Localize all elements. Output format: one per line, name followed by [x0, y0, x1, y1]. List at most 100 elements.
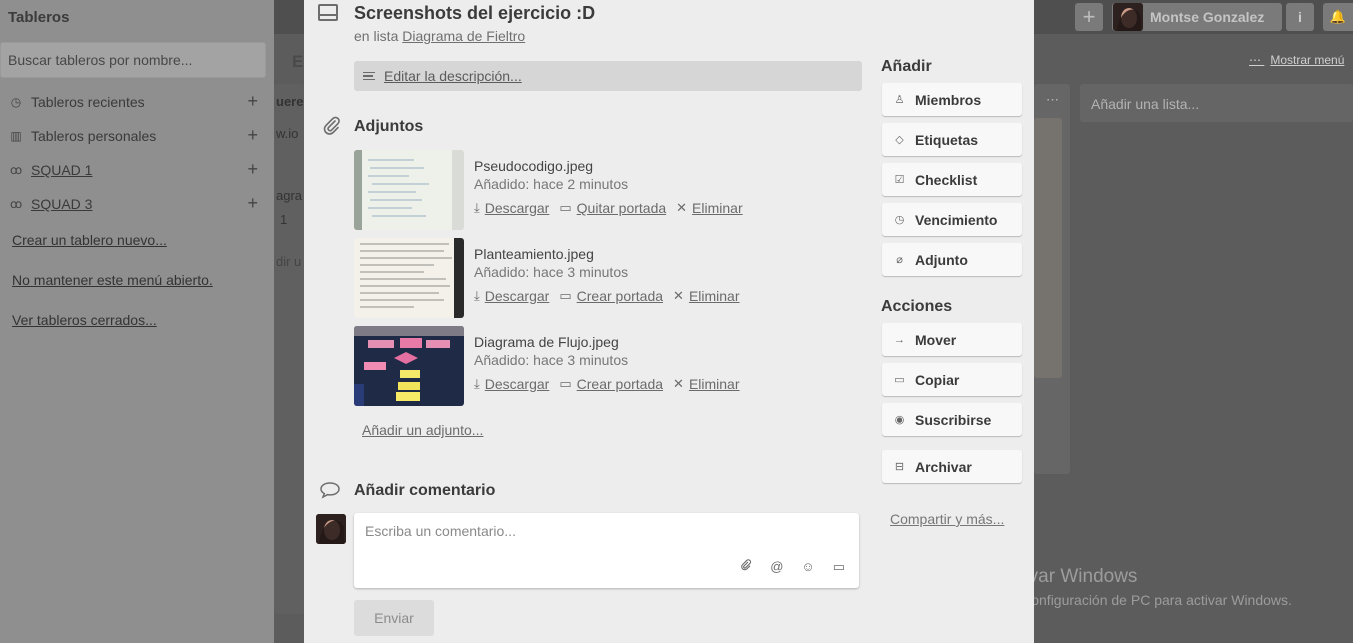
- checklist-label: Checklist: [915, 171, 978, 188]
- attachment-actions: ⤓ Descargar ▭ Quitar portada ✕ Eliminar: [474, 200, 743, 216]
- delete-label: Eliminar: [692, 200, 743, 216]
- attachment-thumbnail[interactable]: [354, 150, 464, 230]
- add-list-button[interactable]: Añadir una lista...: [1080, 84, 1353, 122]
- download-button[interactable]: ⤓ Descargar: [474, 288, 549, 304]
- delete-label: Eliminar: [688, 376, 740, 392]
- info-icon[interactable]: i: [1286, 3, 1314, 31]
- sidebar-item-label: SQUAD 1: [31, 162, 93, 178]
- attachment-name: Diagrama de Flujo.jpeg: [474, 334, 619, 350]
- sidebar-item-recent-boards[interactable]: ◷ Tableros recientes +: [10, 91, 260, 112]
- eye-icon: ◉: [894, 414, 905, 426]
- windows-activation-watermark: Activar Windows Ir a Configuración de PC…: [997, 566, 1292, 608]
- sidebar-item-squad-1[interactable]: ꝏ SQUAD 1 +: [10, 159, 260, 180]
- delete-button[interactable]: ✕ Eliminar: [673, 376, 739, 392]
- checklist-button[interactable]: ☑ Checklist: [882, 163, 1022, 196]
- subscribe-button[interactable]: ◉ Suscribirse: [882, 403, 1022, 436]
- download-button[interactable]: ⤓ Descargar: [474, 376, 549, 392]
- attachment-item: Diagrama de Flujo.jpeg Añadido: hace 3 m…: [354, 326, 854, 406]
- card-title[interactable]: Screenshots del ejercicio :D: [354, 3, 595, 24]
- add-card-fragment: dir u: [276, 254, 302, 269]
- cover-label: Crear portada: [576, 376, 664, 392]
- paperclip-icon: [322, 116, 342, 141]
- close-icon: ✕: [673, 376, 684, 391]
- add-icon[interactable]: +: [247, 159, 258, 180]
- board-icon: ▥: [10, 129, 22, 143]
- cover-label: Crear portada: [576, 288, 664, 304]
- copy-button[interactable]: ▭ Copiar: [882, 363, 1022, 396]
- delete-button[interactable]: ✕ Eliminar: [673, 288, 739, 304]
- cover-label: Quitar portada: [576, 200, 667, 216]
- list-menu-icon[interactable]: ⋯: [1046, 92, 1059, 108]
- sidebar-item-squad-3[interactable]: ꝏ SQUAD 3 +: [10, 193, 260, 214]
- add-icon[interactable]: +: [247, 125, 258, 146]
- attachment-actions: ⤓ Descargar ▭ Crear portada ✕ Eliminar: [474, 288, 740, 304]
- add-icon[interactable]: +: [247, 91, 258, 112]
- attachment-added-time: Añadido: hace 3 minutos: [474, 264, 629, 280]
- attachments-title: Adjuntos: [354, 118, 424, 135]
- watermark-title: Activar Windows: [997, 566, 1138, 587]
- close-icon: ✕: [673, 288, 684, 303]
- members-button[interactable]: ♙ Miembros: [882, 83, 1022, 116]
- comment-input[interactable]: [354, 513, 859, 563]
- add-icon[interactable]: +: [247, 193, 258, 214]
- sidebar-item-personal-boards[interactable]: ▥ Tableros personales +: [10, 125, 260, 146]
- download-icon: ⤓: [474, 288, 480, 303]
- make-cover-button[interactable]: ▭ Crear portada: [559, 376, 663, 392]
- attachment-name: Pseudocodigo.jpeg: [474, 158, 594, 174]
- move-button[interactable]: → Mover: [882, 323, 1022, 356]
- avatar: [316, 514, 346, 544]
- card-icon: ▭: [894, 374, 905, 386]
- boards-sidebar: Tableros ◷ Tableros recientes + ▥ Tabler…: [0, 0, 274, 643]
- closed-boards-link[interactable]: Ver tableros cerrados...: [12, 312, 157, 328]
- attachment-item: Planteamiento.jpeg Añadido: hace 3 minut…: [354, 238, 854, 318]
- show-menu-label: Mostrar menú: [1270, 53, 1345, 67]
- attachment-thumbnail[interactable]: [354, 238, 464, 318]
- mention-icon[interactable]: @: [770, 559, 783, 575]
- delete-button[interactable]: ✕ Eliminar: [676, 200, 742, 216]
- create-board-link[interactable]: Crear un tablero nuevo...: [12, 232, 167, 248]
- user-avatar[interactable]: [1113, 3, 1143, 31]
- labels-label: Etiquetas: [915, 131, 979, 148]
- sidebar-item-label: SQUAD 3: [31, 196, 93, 212]
- labels-button[interactable]: ◇ Etiquetas: [882, 123, 1022, 156]
- edit-description-button[interactable]: Editar la descripción...: [354, 61, 862, 91]
- show-menu-link[interactable]: ⋯ Mostrar menú: [1249, 53, 1344, 67]
- card-link-icon[interactable]: ▭: [833, 559, 845, 575]
- clock-icon: ◷: [10, 95, 22, 109]
- attachment-actions: ⤓ Descargar ▭ Crear portada ✕ Eliminar: [474, 376, 740, 392]
- edit-description-label: Editar la descripción...: [384, 68, 522, 84]
- attachment-added-time: Añadido: hace 3 minutos: [474, 352, 629, 368]
- card-detail-modal: Screenshots del ejercicio :D en lista Di…: [304, 0, 1034, 643]
- archive-button[interactable]: ⊟ Archivar: [882, 450, 1022, 483]
- make-cover-button[interactable]: ▭ Crear portada: [559, 288, 663, 304]
- close-icon: ✕: [676, 200, 688, 215]
- create-icon[interactable]: +: [1075, 3, 1103, 31]
- attach-icon[interactable]: [740, 559, 752, 575]
- bell-icon[interactable]: 🔔: [1323, 3, 1353, 31]
- download-icon: ⤓: [474, 376, 480, 391]
- sidebar-item-label: Tableros recientes: [31, 94, 145, 110]
- share-more-link[interactable]: Compartir y más...: [890, 511, 1004, 527]
- attachment-button[interactable]: ⌀ Adjunto: [882, 243, 1022, 276]
- attachment-thumbnail[interactable]: [354, 326, 464, 406]
- due-date-button[interactable]: ◷ Vencimiento: [882, 203, 1022, 236]
- team-icon: ꝏ: [10, 163, 23, 177]
- send-button[interactable]: Enviar: [354, 600, 434, 636]
- checkbox-icon: ☑: [894, 174, 905, 186]
- download-label: Descargar: [484, 288, 550, 304]
- list-name-link[interactable]: Diagrama de Fieltro: [402, 28, 525, 44]
- sidebar-title: Tableros: [8, 9, 70, 26]
- comment-composer: @ ☺ ▭: [354, 513, 859, 588]
- description-icon: [363, 70, 375, 83]
- remove-cover-button[interactable]: ▭ Quitar portada: [559, 200, 666, 216]
- cover-icon: ▭: [559, 376, 572, 391]
- keep-menu-closed-link[interactable]: No mantener este menú abierto.: [12, 272, 213, 288]
- download-button[interactable]: ⤓ Descargar: [474, 200, 549, 216]
- download-icon: ⤓: [474, 200, 480, 215]
- emoji-icon[interactable]: ☺: [801, 559, 814, 575]
- arrow-right-icon: →: [894, 333, 905, 346]
- board-search-input[interactable]: [0, 42, 266, 78]
- members-label: Miembros: [915, 91, 982, 108]
- sidebar-item-label: Tableros personales: [31, 128, 157, 144]
- add-attachment-link[interactable]: Añadir un adjunto...: [362, 422, 483, 438]
